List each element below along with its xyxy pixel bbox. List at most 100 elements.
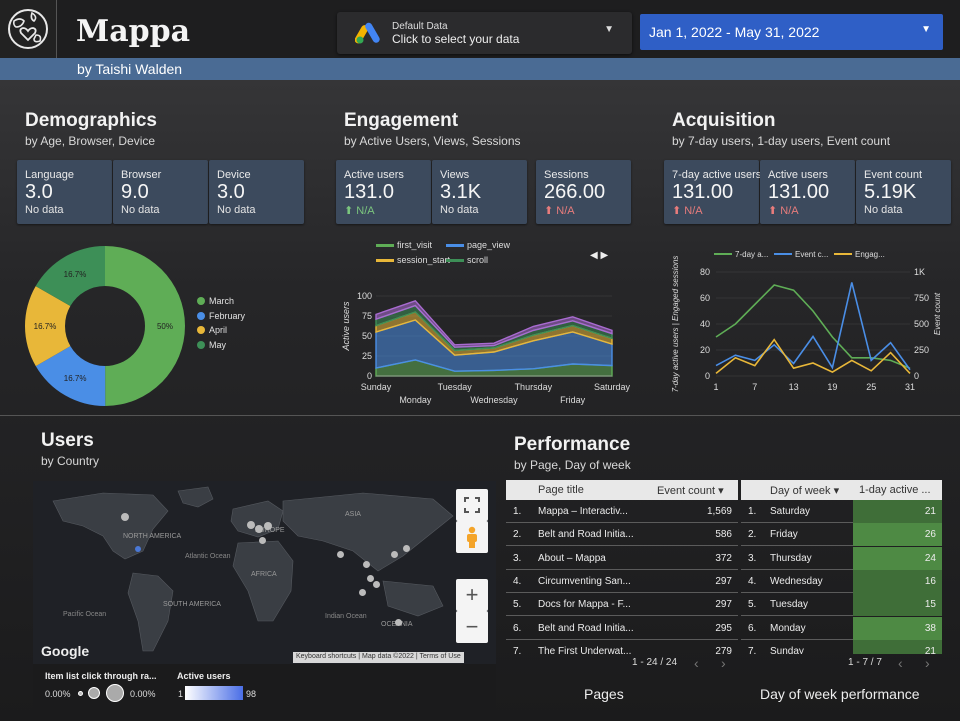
zoom-in-button[interactable]: + xyxy=(456,579,488,611)
row-index: 2. xyxy=(513,529,522,541)
scorecard-browser: Browser 9.0 No data xyxy=(113,160,208,224)
plus-icon: + xyxy=(465,582,479,607)
scorecard-value: 3.1K xyxy=(440,181,482,203)
line-series xyxy=(715,338,911,375)
datasource-selector[interactable]: Default Data Click to select your data ▼ xyxy=(337,12,632,54)
map-marker[interactable] xyxy=(403,545,410,552)
col-header-day-of-week[interactable]: Day of week ▾ xyxy=(770,484,839,497)
legend-item-march: March xyxy=(197,296,234,306)
table-row[interactable]: 2. Friday 26 xyxy=(741,523,942,547)
legend-swatch xyxy=(197,340,205,349)
zoom-out-button[interactable]: − xyxy=(456,611,488,643)
next-page-button[interactable]: › xyxy=(925,655,930,671)
map-label-indian: Indian Ocean xyxy=(325,613,367,620)
scorecard-value: 131.00 xyxy=(768,181,830,203)
map-marker[interactable] xyxy=(264,522,272,530)
row-label: Saturday xyxy=(770,506,811,517)
map-marker[interactable] xyxy=(247,521,255,529)
scorecard-value: 266.00 xyxy=(544,181,606,203)
keyboard-shortcuts-link[interactable]: Keyboard shortcuts xyxy=(296,653,356,660)
row-index: 6. xyxy=(513,622,522,634)
x-tick-label: 7 xyxy=(752,382,757,392)
legend-label: 7-day a... xyxy=(735,250,768,259)
map-marker[interactable] xyxy=(337,551,344,558)
pegman-icon xyxy=(467,526,477,548)
col-header-1day-active[interactable]: 1-day active ... xyxy=(859,484,931,496)
minus-icon: − xyxy=(465,614,479,639)
map-marker[interactable] xyxy=(255,525,263,533)
table-row[interactable]: 1. Mappa – Interactiv... 1,569 xyxy=(506,500,738,523)
y-tick-label: 100 xyxy=(357,291,372,301)
legend-swatch xyxy=(446,259,464,262)
map-label-south-america: SOUTH AMERICA xyxy=(163,601,221,608)
map-marker[interactable] xyxy=(395,619,402,626)
table-row[interactable]: 7. Sunday 21 xyxy=(741,639,942,654)
map-marker[interactable] xyxy=(373,581,380,588)
row-value: 372 xyxy=(715,552,732,564)
globe-heart-logo-icon xyxy=(0,0,57,58)
legend-swatch xyxy=(376,259,394,262)
map-marker[interactable] xyxy=(363,561,370,568)
scorecard-sub: ⬆ N/A xyxy=(544,205,575,217)
y-tick-label-right: 750 xyxy=(914,293,929,303)
scorecard-label: Event count xyxy=(864,169,923,181)
x-tick-label: 1 xyxy=(713,382,718,392)
demographics-title: Demographics xyxy=(25,110,157,131)
map-marker[interactable] xyxy=(135,546,141,552)
legend-label: May xyxy=(209,339,227,350)
legend-item-april: April xyxy=(197,325,227,335)
fullscreen-button[interactable] xyxy=(456,489,488,521)
donut-slice-label: 16.7% xyxy=(64,374,87,383)
terms-link[interactable]: Terms of Use xyxy=(420,653,461,660)
table-row[interactable]: 7. The First Underwat... 279 xyxy=(506,640,738,654)
table-row[interactable]: 5. Tuesday 15 xyxy=(741,593,942,617)
x-tick-label: Friday xyxy=(560,395,586,405)
dow-table-title: Day of week performance xyxy=(760,686,920,702)
y-tick-label-left: 20 xyxy=(700,345,710,355)
map-marker[interactable] xyxy=(121,513,129,521)
acquisition-line-chart: 7-day a... Event c... Engag... 0 20 40 60 80 0 25… xyxy=(671,250,942,392)
size-legend-min: 0.00% xyxy=(45,689,71,699)
prev-page-button[interactable]: ‹ xyxy=(694,655,699,671)
legend-swatch xyxy=(376,244,394,247)
table-row[interactable]: 3. Thursday 24 xyxy=(741,546,942,570)
table-row[interactable]: 4. Wednesday 16 xyxy=(741,569,942,593)
row-label: Wednesday xyxy=(770,575,823,587)
row-value: 24 xyxy=(924,552,936,564)
col-header-event-count[interactable]: Event count ▾ xyxy=(657,484,724,497)
donut-slice-label: 16.7% xyxy=(34,322,57,331)
pages-table: Page title Event count ▾ 1. Mappa – Inter… xyxy=(506,480,738,654)
table-row[interactable]: 1. Saturday 21 xyxy=(741,500,942,523)
prev-page-button[interactable]: ‹ xyxy=(898,655,903,671)
table-row[interactable]: 3. About – Mappa 372 xyxy=(506,547,738,570)
size-legend-large-circle xyxy=(106,684,124,702)
row-value: 38 xyxy=(924,622,936,634)
caret-down-icon: ▼ xyxy=(921,24,931,35)
table-row[interactable]: 4. Circumventing San... 297 xyxy=(506,570,738,593)
row-value: 21 xyxy=(924,645,936,654)
row-value: 297 xyxy=(715,575,732,587)
users-world-map[interactable]: NORTH AMERICA EUROPE ASIA AFRICA SOUTH A… xyxy=(33,481,496,664)
table-row[interactable]: 2. Belt and Road Initia... 586 xyxy=(506,523,738,547)
map-marker[interactable] xyxy=(367,575,374,582)
map-marker[interactable] xyxy=(259,537,266,544)
map-marker[interactable] xyxy=(391,551,398,558)
next-page-button[interactable]: › xyxy=(721,655,726,671)
date-range-picker[interactable]: Jan 1, 2022 - May 31, 2022 ▼ xyxy=(640,14,943,50)
legend-label-first_visit: first_visit xyxy=(397,240,433,250)
map-data-label: Map data ©2022 xyxy=(362,653,414,660)
legend-swatch xyxy=(446,244,464,247)
table-row[interactable]: 6. Monday 38 xyxy=(741,616,942,640)
row-value: 279 xyxy=(715,645,732,654)
dow-pager: 1 - 7 / 7 xyxy=(848,657,882,668)
row-label: Circumventing San... xyxy=(538,575,631,587)
table-row[interactable]: 5. Docs for Mappa - F... 297 xyxy=(506,593,738,617)
row-label: Mappa – Interactiv... xyxy=(538,506,628,517)
scorecard-value: 9.0 xyxy=(121,181,149,203)
table-row[interactable]: 6. Belt and Road Initia... 295 xyxy=(506,617,738,640)
street-view-button[interactable] xyxy=(456,521,488,553)
row-index: 4. xyxy=(513,575,522,587)
col-header-page-title[interactable]: Page title xyxy=(538,484,584,496)
legend-label: February xyxy=(209,310,246,321)
map-marker[interactable] xyxy=(359,589,366,596)
